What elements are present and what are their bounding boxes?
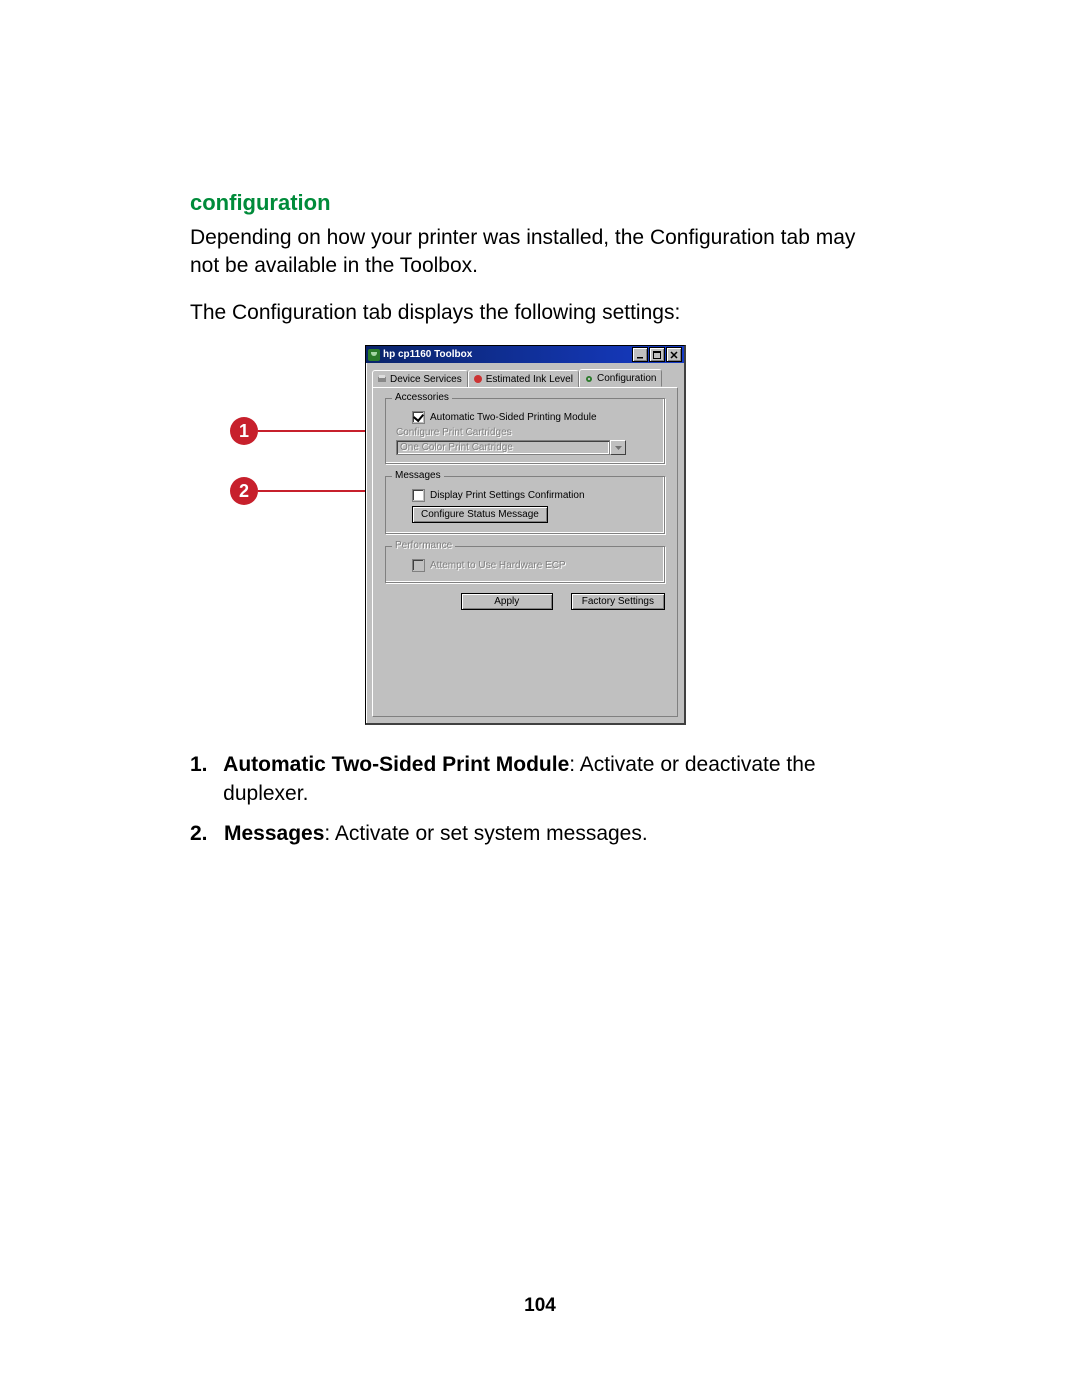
tab-ink-level[interactable]: Estimated Ink Level bbox=[468, 370, 579, 388]
intro-paragraph-1: Depending on how your printer was instal… bbox=[190, 224, 890, 281]
printer-icon bbox=[377, 374, 387, 384]
callout-legend-list: 1. Automatic Two-Sided Print Module : Act… bbox=[190, 750, 890, 848]
display-confirmation-checkbox[interactable] bbox=[412, 489, 425, 502]
legend-text-2: : Activate or set system messages. bbox=[324, 822, 647, 845]
cartridge-dropdown-value: One Color Print Cartridge bbox=[396, 440, 610, 455]
display-confirmation-label: Display Print Settings Confirmation bbox=[430, 490, 585, 501]
titlebar[interactable]: hp cp1160 Toolbox bbox=[366, 346, 684, 363]
hardware-ecp-label: Attempt to Use Hardware ECP bbox=[430, 560, 566, 571]
configuration-panel: Accessories Automatic Two-Sided Printing… bbox=[372, 387, 678, 717]
configure-status-button[interactable]: Configure Status Message bbox=[412, 506, 548, 523]
section-heading: configuration bbox=[190, 190, 890, 216]
performance-legend: Performance bbox=[392, 540, 455, 551]
callout-2: 2 bbox=[230, 477, 370, 505]
close-button[interactable] bbox=[666, 347, 682, 362]
tab-label-config: Configuration bbox=[597, 373, 656, 384]
legend-num-1: 1. bbox=[190, 750, 223, 809]
callout-1: 1 bbox=[230, 417, 370, 445]
configure-cartridges-label: Configure Print Cartridges bbox=[396, 427, 654, 438]
tab-bar: Device Services Estimated Ink Level Conf… bbox=[366, 363, 684, 387]
callout-badge-1: 1 bbox=[230, 417, 258, 445]
toolbox-dialog: hp cp1160 Toolbox Device Service bbox=[365, 345, 686, 725]
maximize-button[interactable] bbox=[649, 347, 665, 362]
legend-item-1: 1. Automatic Two-Sided Print Module: Act… bbox=[190, 750, 890, 809]
screenshot-figure: 1 2 hp cp1160 Toolbox bbox=[230, 345, 890, 740]
duplex-module-checkbox[interactable] bbox=[412, 411, 425, 424]
minimize-button[interactable] bbox=[632, 347, 648, 362]
performance-group: Performance Attempt to Use Hardware ECP bbox=[385, 546, 665, 583]
tab-device-services[interactable]: Device Services bbox=[372, 370, 468, 388]
page-number: 104 bbox=[0, 1295, 1080, 1317]
manual-page: configuration Depending on how your prin… bbox=[0, 0, 1080, 1397]
messages-group: Messages Display Print Settings Confirma… bbox=[385, 476, 665, 534]
intro-paragraph-2: The Configuration tab displays the follo… bbox=[190, 299, 890, 327]
ink-icon bbox=[473, 374, 483, 384]
legend-bold-1: Automatic Two-Sided Print Module bbox=[223, 753, 569, 776]
factory-settings-button[interactable]: Factory Settings bbox=[571, 593, 665, 610]
callout-badge-2: 2 bbox=[230, 477, 258, 505]
tab-configuration[interactable]: Configuration bbox=[579, 369, 662, 387]
callout-line-1 bbox=[258, 430, 370, 432]
apply-button[interactable]: Apply bbox=[461, 593, 553, 610]
cartridge-dropdown[interactable]: One Color Print Cartridge bbox=[396, 440, 626, 455]
window-title: hp cp1160 Toolbox bbox=[383, 349, 631, 360]
gear-icon bbox=[584, 374, 594, 384]
callout-line-2 bbox=[258, 490, 370, 492]
messages-legend: Messages bbox=[392, 470, 444, 481]
legend-num-2: 2. bbox=[190, 819, 224, 848]
legend-item-2: 2. Messages: Activate or set system mess… bbox=[190, 819, 890, 848]
legend-bold-2: Messages bbox=[224, 822, 324, 845]
chevron-down-icon[interactable] bbox=[610, 440, 626, 455]
app-icon bbox=[368, 349, 380, 361]
hardware-ecp-checkbox bbox=[412, 559, 425, 572]
duplex-module-label: Automatic Two-Sided Printing Module bbox=[430, 412, 597, 423]
accessories-group: Accessories Automatic Two-Sided Printing… bbox=[385, 398, 665, 464]
tab-label-ink: Estimated Ink Level bbox=[486, 374, 573, 385]
tab-label-services: Device Services bbox=[390, 374, 462, 385]
accessories-legend: Accessories bbox=[392, 392, 452, 403]
